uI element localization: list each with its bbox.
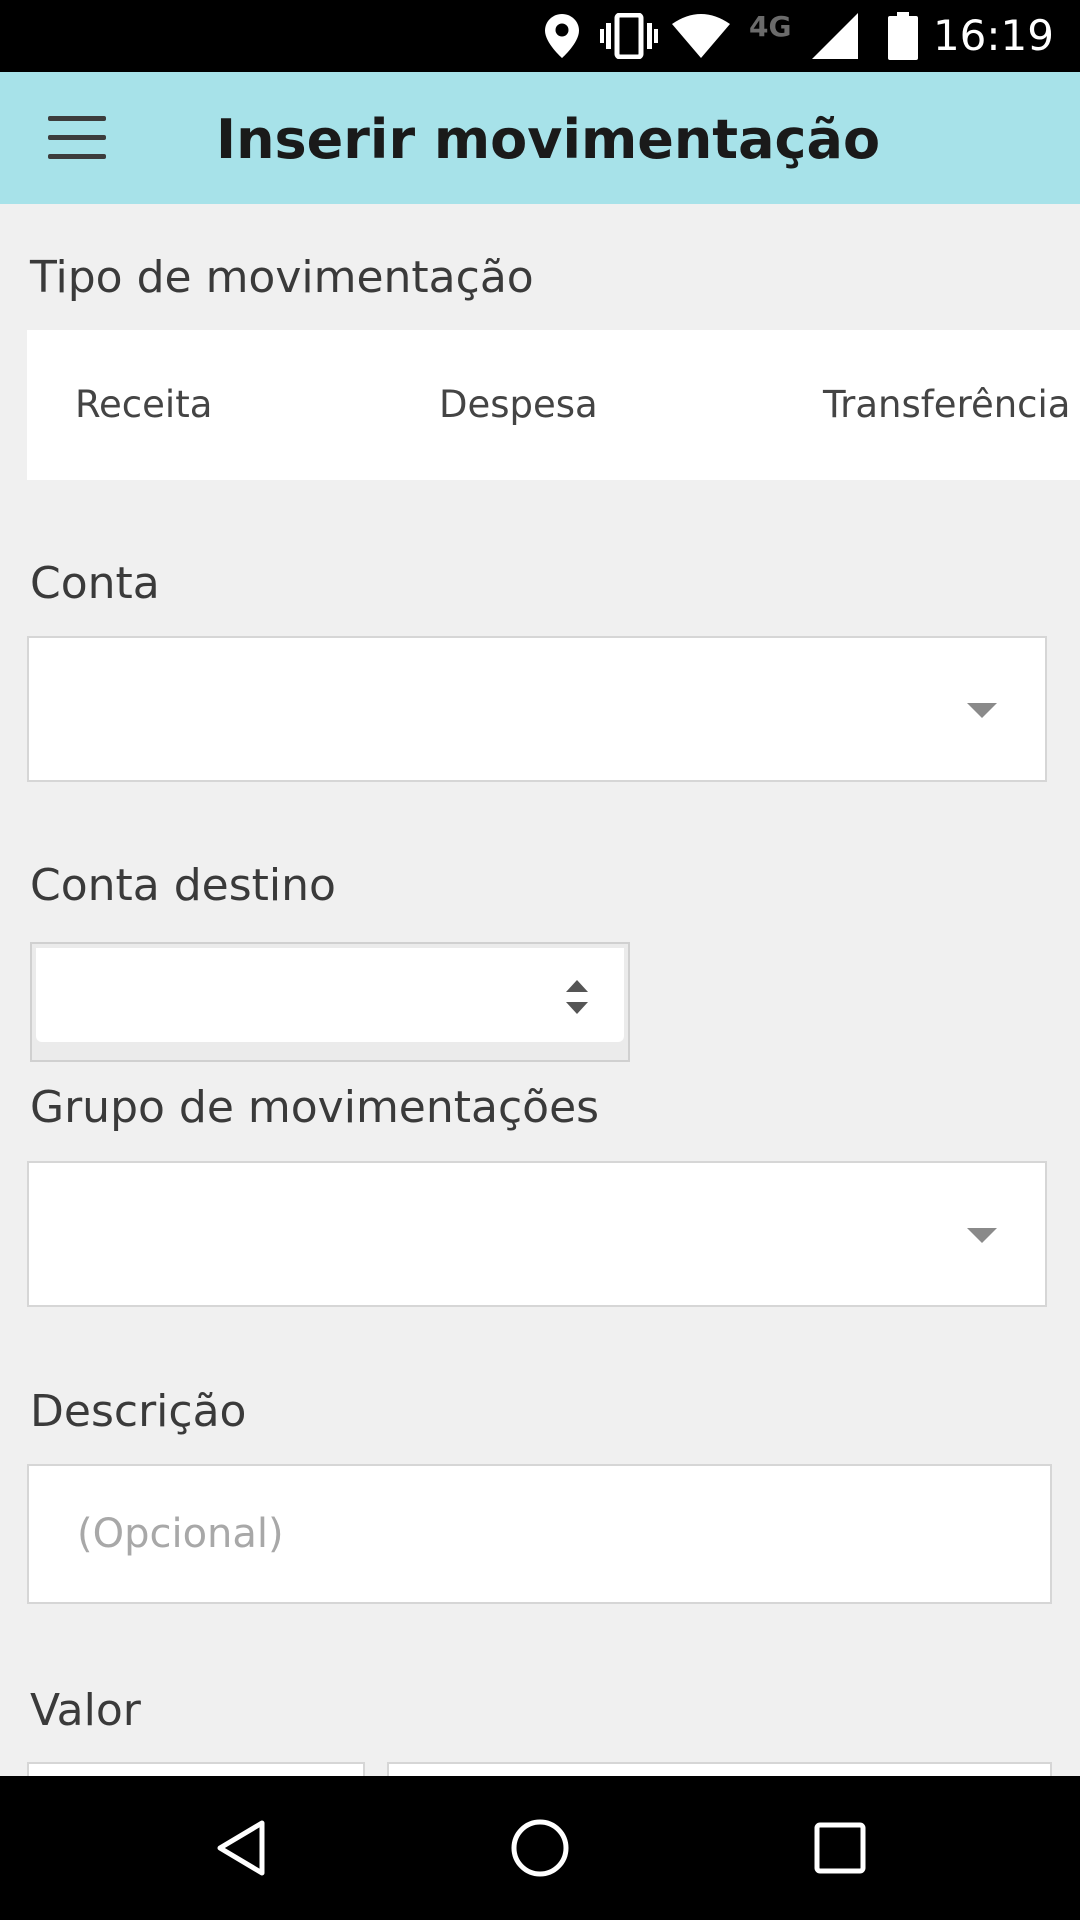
type-option-despesa[interactable]: Despesa bbox=[439, 330, 598, 480]
type-option-receita[interactable]: Receita bbox=[75, 330, 212, 480]
chevron-down-icon bbox=[967, 1228, 997, 1243]
group-select[interactable] bbox=[27, 1161, 1047, 1307]
updown-arrows-icon bbox=[566, 980, 588, 1014]
account-label: Conta bbox=[30, 558, 160, 609]
wifi-icon bbox=[672, 0, 730, 72]
clock: 16:19 bbox=[932, 11, 1054, 60]
description-input[interactable] bbox=[29, 1466, 1050, 1602]
account-select[interactable] bbox=[27, 636, 1047, 782]
battery-icon bbox=[888, 0, 918, 72]
type-segmented-control: Receita Despesa Transferência bbox=[27, 330, 1080, 480]
cell-signal-icon bbox=[812, 0, 858, 72]
network-type-label: 4G bbox=[749, 10, 792, 43]
app-bar: Inserir movimentação bbox=[0, 72, 1080, 204]
vibrate-icon bbox=[600, 0, 658, 72]
back-icon[interactable] bbox=[170, 1776, 310, 1920]
home-icon[interactable] bbox=[470, 1776, 610, 1920]
navigation-bar bbox=[0, 1776, 1080, 1920]
status-bar: 4G 16:19 bbox=[0, 0, 1080, 72]
page-title: Inserir movimentação bbox=[216, 108, 881, 171]
value-label: Valor bbox=[30, 1685, 141, 1736]
description-label: Descrição bbox=[30, 1386, 247, 1437]
location-icon bbox=[545, 0, 579, 72]
chevron-down-icon bbox=[967, 703, 997, 718]
dest-account-label: Conta destino bbox=[30, 860, 336, 911]
type-option-transferencia[interactable]: Transferência bbox=[823, 330, 1070, 480]
type-label: Tipo de movimentação bbox=[30, 252, 534, 303]
group-label: Grupo de movimentações bbox=[30, 1082, 600, 1133]
dest-account-select[interactable] bbox=[30, 942, 630, 1062]
description-field bbox=[27, 1464, 1052, 1604]
menu-icon[interactable] bbox=[46, 116, 108, 160]
recents-icon[interactable] bbox=[770, 1776, 910, 1920]
